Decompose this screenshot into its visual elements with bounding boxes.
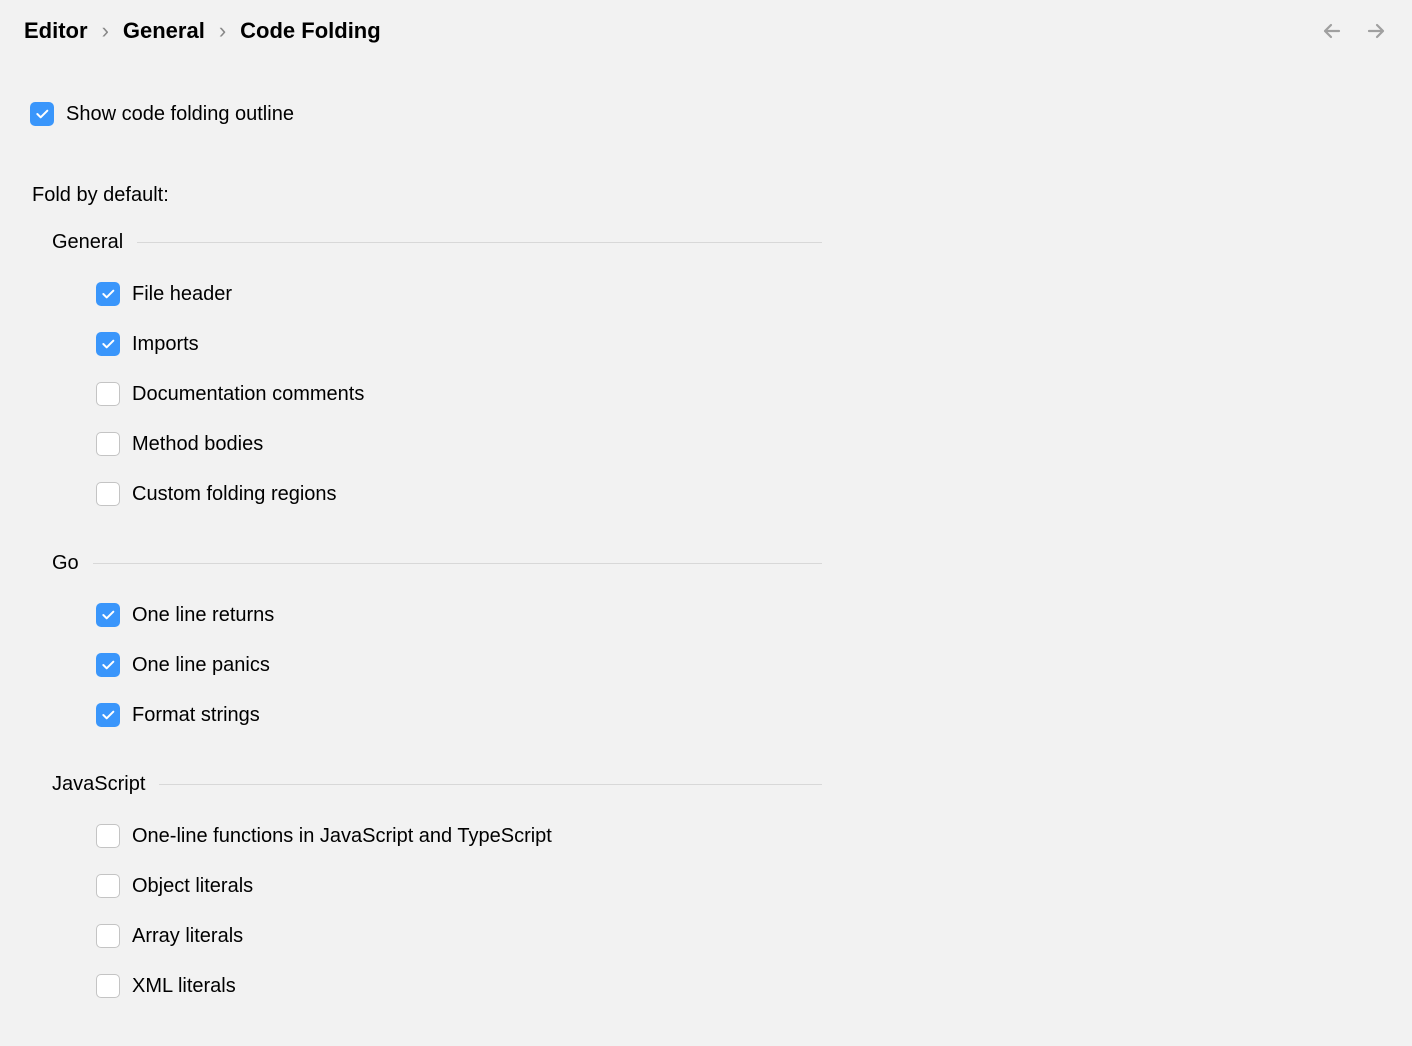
check-icon: [100, 707, 116, 723]
checkbox-row: XML literals: [96, 968, 822, 1004]
checkbox-label: One-line functions in JavaScript and Typ…: [132, 825, 552, 848]
checkbox-label: Imports: [132, 333, 199, 356]
breadcrumb-item-general[interactable]: General: [123, 18, 205, 44]
checkbox-label: Object literals: [132, 875, 253, 898]
show-code-folding-outline-label: Show code folding outline: [66, 103, 294, 126]
arrow-right-icon: [1364, 19, 1388, 43]
group-general: General File header Imports Documentation c…: [52, 231, 822, 512]
checkbox-row: Format strings: [96, 697, 822, 733]
checkbox-label: Array literals: [132, 925, 243, 948]
forward-button[interactable]: [1364, 19, 1388, 43]
back-button[interactable]: [1320, 19, 1344, 43]
check-icon: [100, 336, 116, 352]
checkbox[interactable]: [96, 482, 120, 506]
breadcrumb: Editor › General › Code Folding: [24, 18, 381, 44]
show-code-folding-outline-row: Show code folding outline: [30, 96, 1388, 132]
check-icon: [100, 657, 116, 673]
checkbox-row: One line returns: [96, 597, 822, 633]
check-icon: [34, 106, 50, 122]
checkbox-row: Method bodies: [96, 426, 822, 462]
checkbox-row: File header: [96, 276, 822, 312]
checkbox-row: One-line functions in JavaScript and Typ…: [96, 818, 822, 854]
group-items: File header Imports Documentation comments…: [96, 276, 822, 512]
divider: [137, 242, 822, 243]
header: Editor › General › Code Folding: [24, 18, 1388, 44]
arrow-left-icon: [1320, 19, 1344, 43]
checkbox-row: Documentation comments: [96, 376, 822, 412]
chevron-right-icon: ›: [102, 18, 109, 44]
group-items: One-line functions in JavaScript and Typ…: [96, 818, 822, 1004]
group-go: Go One line returns One line panics Format …: [52, 552, 822, 733]
group-header: Go: [52, 552, 822, 575]
checkbox-label: Method bodies: [132, 433, 263, 456]
group-title: JavaScript: [52, 773, 145, 796]
group-javascript: JavaScript One-line functions in JavaScri…: [52, 773, 822, 1004]
checkbox[interactable]: [96, 332, 120, 356]
checkbox[interactable]: [96, 382, 120, 406]
checkbox-row: One line panics: [96, 647, 822, 683]
show-code-folding-outline-checkbox[interactable]: [30, 102, 54, 126]
breadcrumb-item-code-folding: Code Folding: [240, 18, 381, 44]
group-header: JavaScript: [52, 773, 822, 796]
checkbox[interactable]: [96, 603, 120, 627]
checkbox-row: Custom folding regions: [96, 476, 822, 512]
checkbox[interactable]: [96, 824, 120, 848]
checkbox-label: XML literals: [132, 975, 236, 998]
group-items: One line returns One line panics Format st…: [96, 597, 822, 733]
checkbox-label: One line returns: [132, 604, 274, 627]
check-icon: [100, 286, 116, 302]
group-title: General: [52, 231, 123, 254]
checkbox[interactable]: [96, 924, 120, 948]
checkbox-label: One line panics: [132, 654, 270, 677]
breadcrumb-item-editor[interactable]: Editor: [24, 18, 88, 44]
checkbox-label: Format strings: [132, 704, 260, 727]
checkbox[interactable]: [96, 874, 120, 898]
nav-arrows: [1320, 19, 1388, 43]
checkbox-label: File header: [132, 283, 232, 306]
checkbox-label: Custom folding regions: [132, 483, 337, 506]
checkbox[interactable]: [96, 282, 120, 306]
group-header: General: [52, 231, 822, 254]
checkbox-label: Documentation comments: [132, 383, 364, 406]
group-title: Go: [52, 552, 79, 575]
checkbox[interactable]: [96, 432, 120, 456]
checkbox-row: Imports: [96, 326, 822, 362]
divider: [159, 784, 822, 785]
check-icon: [100, 607, 116, 623]
checkbox[interactable]: [96, 974, 120, 998]
checkbox[interactable]: [96, 653, 120, 677]
checkbox[interactable]: [96, 703, 120, 727]
checkbox-row: Array literals: [96, 918, 822, 954]
chevron-right-icon: ›: [219, 18, 226, 44]
fold-by-default-label: Fold by default:: [32, 184, 1388, 207]
divider: [93, 563, 822, 564]
checkbox-row: Object literals: [96, 868, 822, 904]
